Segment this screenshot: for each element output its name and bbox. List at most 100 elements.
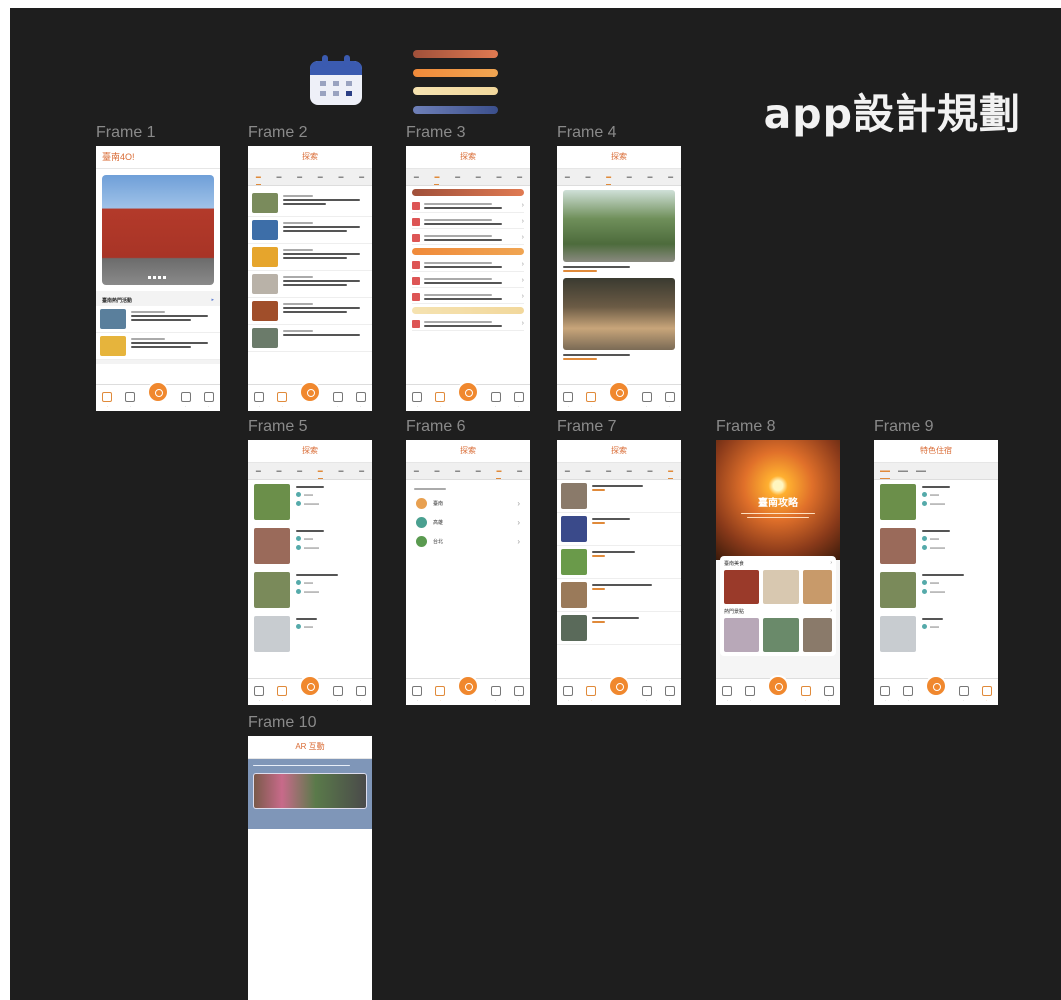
lodging-item[interactable]: ▬▬▬ ▬▬▬▬▬ bbox=[874, 524, 998, 568]
nav-list[interactable]: · bbox=[490, 392, 501, 411]
event-row[interactable]: › bbox=[412, 258, 524, 272]
list-item[interactable] bbox=[248, 217, 372, 244]
nav-home[interactable]: · bbox=[412, 392, 423, 411]
nav-search[interactable]: · bbox=[903, 686, 914, 705]
tab[interactable]: ▬ bbox=[647, 463, 652, 479]
region-item[interactable]: 臺南 › bbox=[406, 494, 530, 513]
list-item[interactable] bbox=[248, 298, 372, 325]
list-item[interactable] bbox=[248, 244, 372, 271]
nav-house[interactable]: · bbox=[664, 686, 675, 705]
ar-fab-button[interactable] bbox=[608, 381, 630, 403]
region-item[interactable]: 台北 › bbox=[406, 532, 530, 551]
event-row[interactable]: › bbox=[412, 199, 524, 213]
nav-list[interactable]: · bbox=[641, 686, 652, 705]
ar-fab-button[interactable] bbox=[147, 381, 169, 403]
food-carousel[interactable] bbox=[724, 570, 832, 604]
tab[interactable]: ▬ bbox=[297, 169, 302, 185]
more-link[interactable]: › bbox=[830, 608, 832, 615]
nav-list[interactable]: · bbox=[332, 686, 343, 705]
tab[interactable]: ▬ bbox=[496, 169, 501, 185]
tab[interactable]: ▬▬ bbox=[898, 463, 908, 479]
tab[interactable]: ▬ bbox=[647, 169, 652, 185]
tab[interactable]: ▬ bbox=[565, 463, 570, 479]
tab[interactable]: ▬ bbox=[627, 169, 632, 185]
nav-search[interactable]: · bbox=[745, 686, 756, 705]
list-item[interactable] bbox=[96, 306, 220, 333]
lodging-item[interactable]: ▬▬▬ ▬▬▬▬▬ bbox=[248, 524, 372, 568]
nav-search[interactable]: · bbox=[277, 392, 288, 411]
nav-house[interactable]: · bbox=[823, 686, 834, 705]
list-item[interactable] bbox=[557, 480, 681, 513]
nav-list[interactable]: · bbox=[958, 686, 969, 705]
tab[interactable]: ▬ bbox=[517, 463, 522, 479]
ar-fab-button[interactable] bbox=[457, 381, 479, 403]
lodging-item[interactable]: ▬▬▬ bbox=[248, 612, 372, 656]
tab[interactable]: ▬ bbox=[255, 169, 261, 185]
tab[interactable]: ▬ bbox=[256, 463, 261, 479]
tab[interactable]: ▬ bbox=[276, 169, 281, 185]
tab[interactable]: ▬ bbox=[338, 463, 343, 479]
nav-home[interactable]: · bbox=[880, 686, 891, 705]
nav-home[interactable]: · bbox=[254, 686, 265, 705]
event-row[interactable]: › bbox=[412, 231, 524, 245]
nav-home[interactable]: · bbox=[563, 392, 574, 411]
list-item[interactable] bbox=[557, 546, 681, 579]
nav-house[interactable]: · bbox=[664, 392, 675, 411]
nav-home[interactable]: · bbox=[102, 392, 113, 411]
nav-search[interactable]: · bbox=[277, 686, 288, 705]
tab[interactable]: ▬ bbox=[606, 169, 612, 185]
tab[interactable]: ▬ bbox=[318, 169, 323, 185]
event-row[interactable]: › bbox=[412, 215, 524, 229]
lodging-item[interactable]: ▬▬▬ ▬▬▬▬▬ bbox=[874, 568, 998, 612]
tab[interactable]: ▬ bbox=[359, 169, 364, 185]
tab[interactable]: ▬ bbox=[414, 463, 419, 479]
ar-fab-button[interactable] bbox=[299, 675, 321, 697]
tab[interactable]: ▬ bbox=[317, 463, 323, 479]
list-item[interactable] bbox=[557, 513, 681, 546]
nav-search[interactable]: · bbox=[586, 686, 597, 705]
list-item[interactable] bbox=[248, 325, 372, 352]
tab[interactable]: ▬ bbox=[359, 463, 364, 479]
more-link[interactable]: › bbox=[830, 560, 832, 567]
tab[interactable]: ▬ bbox=[476, 463, 481, 479]
nav-home[interactable]: · bbox=[563, 686, 574, 705]
tab[interactable]: ▬ bbox=[414, 169, 419, 185]
tab[interactable]: ▬ bbox=[455, 169, 460, 185]
ar-fab-button[interactable] bbox=[925, 675, 947, 697]
nav-search[interactable]: · bbox=[125, 392, 136, 411]
event-row[interactable]: › bbox=[412, 317, 524, 331]
lodging-item[interactable]: ▬▬▬ ▬▬▬▬▬ bbox=[874, 480, 998, 524]
tab[interactable]: ▬ bbox=[476, 169, 481, 185]
hero-image[interactable] bbox=[102, 175, 214, 285]
nav-home[interactable]: · bbox=[254, 392, 265, 411]
attraction-card[interactable] bbox=[563, 278, 675, 360]
tab[interactable]: ▬▬ bbox=[880, 463, 890, 479]
nav-house[interactable]: · bbox=[355, 686, 366, 705]
tab[interactable]: ▬ bbox=[627, 463, 632, 479]
nav-search[interactable]: · bbox=[586, 392, 597, 411]
tab[interactable]: ▬ bbox=[434, 169, 440, 185]
lodging-item[interactable]: ▬▬▬ bbox=[874, 612, 998, 656]
tab[interactable]: ▬ bbox=[585, 463, 590, 479]
list-item[interactable] bbox=[248, 271, 372, 298]
attraction-card[interactable] bbox=[563, 190, 675, 272]
list-item[interactable] bbox=[557, 579, 681, 612]
nav-house[interactable]: · bbox=[513, 686, 524, 705]
spot-carousel[interactable] bbox=[724, 618, 832, 652]
tab[interactable]: ▬ bbox=[338, 169, 343, 185]
tab[interactable]: ▬ bbox=[276, 463, 281, 479]
region-item[interactable]: 高雄 › bbox=[406, 513, 530, 532]
tab[interactable]: ▬ bbox=[434, 463, 439, 479]
nav-list[interactable]: · bbox=[490, 686, 501, 705]
ar-fab-button[interactable] bbox=[608, 675, 630, 697]
nav-list[interactable]: · bbox=[332, 392, 343, 411]
tab[interactable]: ▬ bbox=[668, 169, 673, 185]
tab[interactable]: ▬ bbox=[606, 463, 611, 479]
nav-house[interactable]: · bbox=[981, 686, 992, 705]
ar-fab-button[interactable] bbox=[767, 675, 789, 697]
ar-preview-image[interactable] bbox=[253, 773, 367, 809]
ar-fab-button[interactable] bbox=[457, 675, 479, 697]
nav-search[interactable]: · bbox=[435, 686, 446, 705]
nav-house[interactable]: · bbox=[513, 392, 524, 411]
tab[interactable]: ▬ bbox=[565, 169, 570, 185]
